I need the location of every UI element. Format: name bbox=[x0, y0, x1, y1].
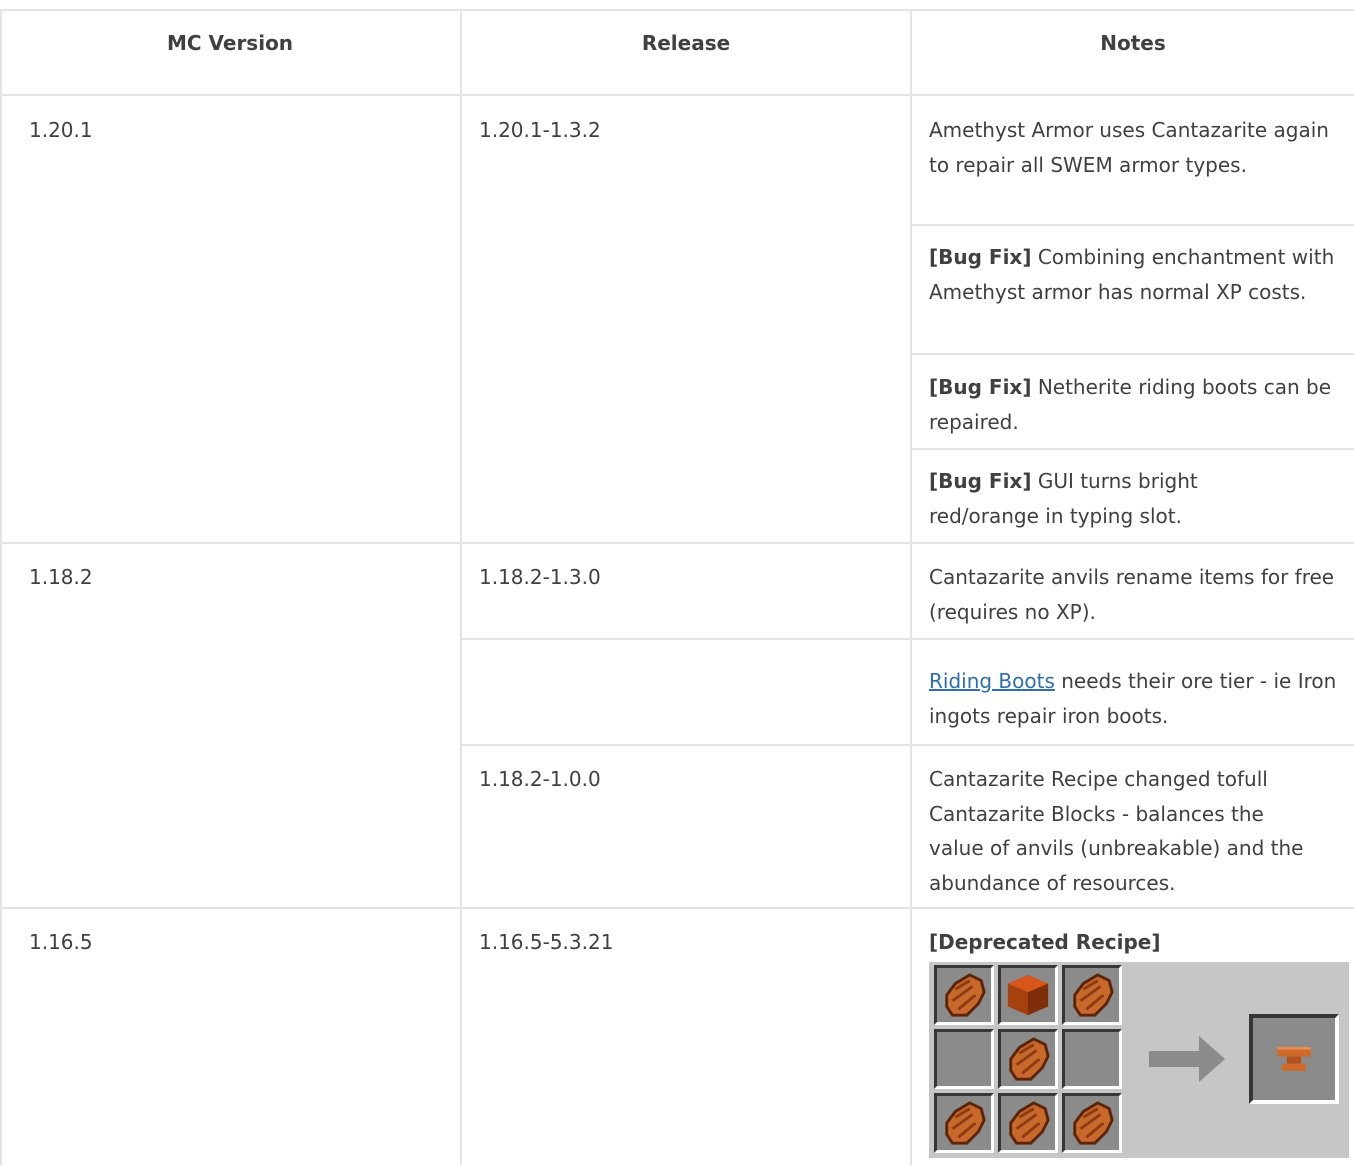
table-border-left bbox=[0, 9, 2, 1165]
crafting-grid bbox=[934, 965, 1126, 1155]
row-divider bbox=[912, 353, 1354, 355]
bug-fix-tag: [Bug Fix] bbox=[929, 245, 1032, 269]
crafting-slot bbox=[998, 1029, 1058, 1089]
cantazarite-gem-icon bbox=[1009, 1037, 1050, 1081]
note-cell: Cantazarite anvils rename items for free… bbox=[929, 565, 1335, 624]
release-cell: 1.20.1-1.3.2 bbox=[479, 118, 601, 142]
row-divider bbox=[912, 224, 1354, 226]
header-divider bbox=[0, 94, 1354, 96]
crafting-slot bbox=[1062, 1093, 1122, 1153]
note-cell: [Bug Fix] Netherite riding boots can be … bbox=[929, 370, 1349, 439]
crafting-slot bbox=[998, 965, 1058, 1025]
column-divider bbox=[460, 9, 462, 1165]
header-notes: Notes bbox=[1100, 31, 1166, 55]
crafting-recipe bbox=[929, 962, 1349, 1158]
row-divider bbox=[462, 638, 1354, 640]
cantazarite-gem-icon bbox=[1009, 1101, 1050, 1145]
release-cell: 1.18.2-1.0.0 bbox=[479, 767, 601, 791]
deprecated-recipe-tag: [Deprecated Recipe] bbox=[929, 930, 1161, 954]
row-divider bbox=[462, 744, 1354, 746]
cantazarite-block-icon bbox=[1007, 974, 1049, 1016]
changelog-table: MC Version Release Notes 1.20.1 1.20.1-1… bbox=[0, 0, 1354, 1165]
table-border-top bbox=[0, 9, 1354, 11]
crafting-slot bbox=[1062, 965, 1122, 1025]
bug-fix-tag: [Bug Fix] bbox=[929, 469, 1032, 493]
column-divider bbox=[910, 9, 912, 1165]
output-slot bbox=[1249, 1014, 1339, 1104]
note-cell: [Bug Fix] GUI turns bright red/orange in… bbox=[929, 464, 1309, 533]
cantazarite-anvil-icon bbox=[1277, 1047, 1311, 1071]
note-cell: [Bug Fix] Combining enchantment with Ame… bbox=[929, 240, 1349, 309]
release-cell: 1.18.2-1.3.0 bbox=[479, 565, 601, 589]
crafting-slot bbox=[934, 1093, 994, 1153]
cantazarite-gem-icon bbox=[1073, 973, 1114, 1017]
bug-fix-tag: [Bug Fix] bbox=[929, 375, 1032, 399]
mc-version-cell: 1.20.1 bbox=[29, 118, 93, 142]
note-cell: Riding Boots needs their ore tier - ie I… bbox=[929, 664, 1349, 733]
mc-version-cell: 1.18.2 bbox=[29, 565, 93, 589]
cantazarite-gem-icon bbox=[945, 973, 986, 1017]
arrow-right-icon bbox=[1149, 1036, 1225, 1082]
cantazarite-gem-icon bbox=[945, 1101, 986, 1145]
row-divider bbox=[0, 542, 1354, 544]
note-cell: Cantazarite Recipe changed tofull Cantaz… bbox=[929, 767, 1304, 895]
crafting-slot bbox=[1062, 1029, 1122, 1089]
row-divider bbox=[0, 907, 1354, 909]
riding-boots-link[interactable]: Riding Boots bbox=[929, 669, 1055, 693]
cantazarite-gem-icon bbox=[1073, 1101, 1114, 1145]
crafting-slot bbox=[934, 1029, 994, 1089]
crafting-slot bbox=[998, 1093, 1058, 1153]
release-cell: 1.16.5-5.3.21 bbox=[479, 930, 614, 954]
note-cell: Amethyst Armor uses Cantazarite again to… bbox=[929, 118, 1329, 177]
mc-version-cell: 1.16.5 bbox=[29, 930, 93, 954]
crafting-slot bbox=[934, 965, 994, 1025]
row-divider bbox=[912, 448, 1354, 450]
header-release: Release bbox=[641, 31, 731, 55]
header-mc-version: MC Version bbox=[166, 31, 294, 55]
